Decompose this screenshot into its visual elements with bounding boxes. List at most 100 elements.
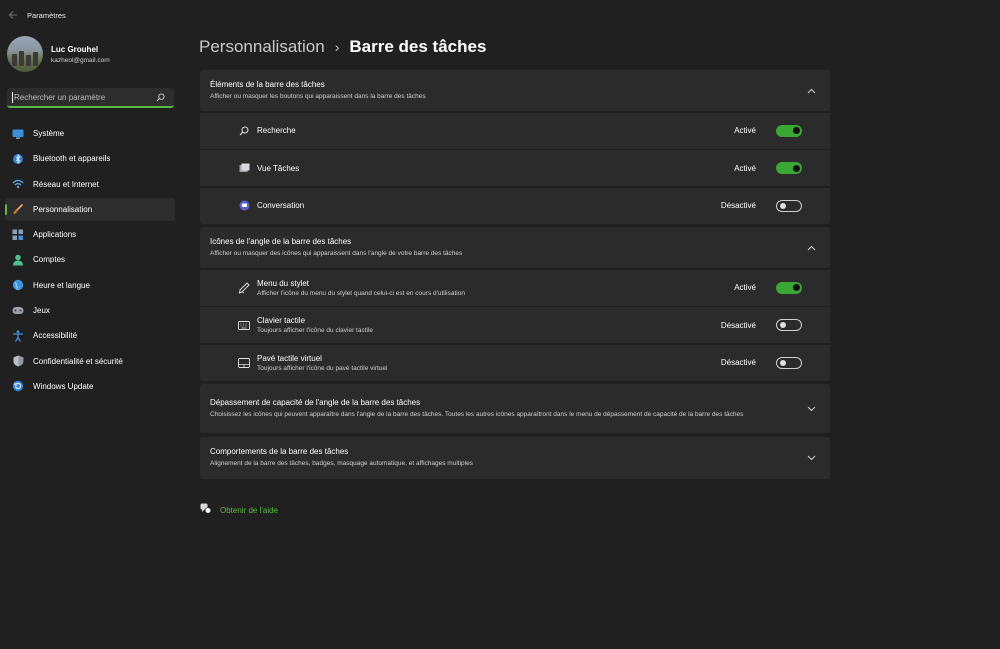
account-icon [11, 253, 25, 267]
app-title: Paramètres [27, 10, 66, 20]
help-link[interactable]: Obtenir de l'aide [200, 501, 278, 519]
help-icon [200, 501, 212, 519]
user-profile[interactable]: Luc Grouhel kazheol@gmail.com [7, 36, 110, 72]
back-button[interactable] [2, 4, 24, 26]
sidebar-item-jeux[interactable]: Jeux [5, 299, 175, 322]
title-bar: Paramètres [0, 0, 1000, 30]
menu-stylet-toggle[interactable] [776, 281, 802, 294]
touchpad-icon [238, 357, 250, 369]
sidebar-item-heure[interactable]: Heure et langue [5, 274, 175, 297]
section-title: Comportements de la barre des tâches [210, 447, 349, 456]
setting-label: Pavé tactile virtuel [257, 353, 322, 363]
sidebar-item-personnalisation[interactable]: Personnalisation [5, 197, 175, 221]
section-title: Éléments de la barre des tâches [210, 79, 325, 89]
setting-row-menu-stylet: Menu du stylet Afficher l'icône du menu … [200, 269, 830, 306]
overflow-section: Dépassement de capacité de l'angle de la… [200, 384, 830, 433]
breadcrumb: Personnalisation › Barre des tâches [199, 36, 486, 58]
sidebar-item-label: Jeux [33, 306, 50, 316]
setting-label: Menu du stylet [257, 278, 310, 288]
setting-row-vue-taches: Vue Tâches Activé [200, 150, 830, 186]
settings-window: Paramètres Luc Grouhel kazheol@gmail.com… [0, 0, 1000, 649]
corner-icons-section: Icônes de l'angle de la barre des tâches… [200, 227, 830, 381]
setting-label: Vue Tâches [257, 163, 300, 173]
accessibility-icon [11, 329, 25, 343]
setting-label: Recherche [257, 126, 296, 135]
setting-row-pave-tactile: Pavé tactile virtuel Toujours afficher l… [200, 344, 830, 381]
sidebar-nav: Système Bluetooth et appareils Réseau et… [5, 122, 175, 400]
shield-icon [11, 354, 25, 368]
sidebar-item-accessibilite[interactable]: Accessibilité [5, 324, 175, 347]
toggle-state-label: Activé [734, 283, 756, 292]
page-title: Barre des tâches [349, 37, 487, 56]
taskbar-items-section: Éléments de la barre des tâches Afficher… [200, 70, 830, 224]
sidebar-item-reseau[interactable]: Réseau et Internet [5, 173, 175, 196]
sidebar-item-applications[interactable]: Applications [5, 223, 175, 246]
setting-row-clavier-tactile: Clavier tactile Toujours afficher l'icôn… [200, 307, 830, 343]
chevron-down-icon[interactable] [804, 455, 818, 461]
setting-label: Clavier tactile [257, 316, 306, 325]
keyboard-icon [238, 319, 250, 331]
pave-tactile-toggle[interactable] [776, 356, 802, 369]
chevron-down-icon[interactable] [804, 406, 818, 412]
behaviors-section: Comportements de la barre des tâches Ali… [200, 437, 830, 479]
task-view-icon [238, 162, 250, 174]
toggle-state-label: Activé [734, 126, 756, 135]
back-arrow-icon [8, 11, 17, 19]
section-description: Afficher ou masquer les boutons qui appa… [210, 92, 426, 100]
sidebar-item-label: Personnalisation [33, 204, 93, 214]
overflow-header[interactable]: Dépassement de capacité de l'angle de la… [200, 384, 830, 433]
section-description: Alignement de la barre des tâches, badge… [210, 460, 473, 467]
chevron-up-icon[interactable] [804, 88, 818, 94]
setting-row-recherche: Recherche Activé [200, 112, 830, 149]
sidebar-item-bluetooth[interactable]: Bluetooth et appareils [5, 147, 175, 170]
chevron-up-icon[interactable] [804, 245, 818, 251]
settings-search[interactable] [7, 88, 174, 108]
conversation-toggle[interactable] [776, 199, 802, 212]
sidebar-item-label: Comptes [33, 255, 66, 265]
section-description: Afficher ou masquer des icônes qui appar… [210, 249, 463, 257]
taskbar-items-header[interactable]: Éléments de la barre des tâches Afficher… [200, 70, 830, 111]
update-icon [11, 379, 25, 393]
corner-icons-header[interactable]: Icônes de l'angle de la barre des tâches… [200, 227, 830, 268]
sidebar-item-label: Windows Update [33, 381, 94, 391]
chat-icon [238, 200, 250, 212]
profile-name: Luc Grouhel [51, 44, 99, 54]
sidebar-item-label: Bluetooth et appareils [33, 154, 111, 164]
sidebar-item-comptes[interactable]: Comptes [5, 248, 175, 271]
search-icon[interactable] [152, 92, 168, 102]
sidebar-item-systeme[interactable]: Système [5, 122, 175, 145]
sidebar-item-label: Accessibilité [33, 331, 78, 341]
section-title: Icônes de l'angle de la barre des tâches [210, 236, 352, 246]
search-icon [238, 125, 250, 137]
setting-row-conversation: Conversation Désactivé [200, 187, 830, 224]
sidebar-item-confidentialite[interactable]: Confidentialité et sécurité [5, 350, 175, 373]
sidebar-item-label: Heure et langue [33, 280, 90, 290]
setting-description: Afficher l'icône du menu du stylet quand… [257, 289, 465, 297]
behaviors-header[interactable]: Comportements de la barre des tâches Ali… [200, 437, 830, 479]
system-icon [11, 127, 25, 141]
setting-label: Conversation [257, 201, 305, 210]
clavier-tactile-toggle[interactable] [776, 319, 802, 331]
wifi-icon [11, 177, 25, 191]
section-description: Choisissez les icônes qui peuvent appara… [210, 410, 744, 418]
vue-taches-toggle[interactable] [776, 162, 802, 174]
section-title: Dépassement de capacité de l'angle de la… [210, 397, 421, 407]
toggle-state-label: Activé [734, 163, 756, 173]
profile-email: kazheol@gmail.com [51, 56, 110, 64]
help-label: Obtenir de l'aide [220, 505, 279, 515]
sidebar-item-windows-update[interactable]: Windows Update [5, 375, 175, 398]
breadcrumb-parent[interactable]: Personnalisation [199, 37, 325, 57]
gamepad-icon [11, 304, 25, 318]
toggle-state-label: Désactivé [720, 201, 756, 210]
pen-icon [238, 281, 250, 294]
breadcrumb-separator: › [334, 39, 340, 55]
bluetooth-icon [11, 152, 25, 166]
setting-description: Toujours afficher l'icône du clavier tac… [257, 327, 374, 334]
avatar [7, 36, 43, 72]
setting-description: Toujours afficher l'icône du pavé tactil… [257, 364, 388, 372]
apps-icon [11, 228, 25, 242]
search-input[interactable] [13, 92, 152, 102]
brush-icon [11, 202, 25, 216]
globe-icon [11, 278, 25, 292]
recherche-toggle[interactable] [776, 124, 802, 137]
